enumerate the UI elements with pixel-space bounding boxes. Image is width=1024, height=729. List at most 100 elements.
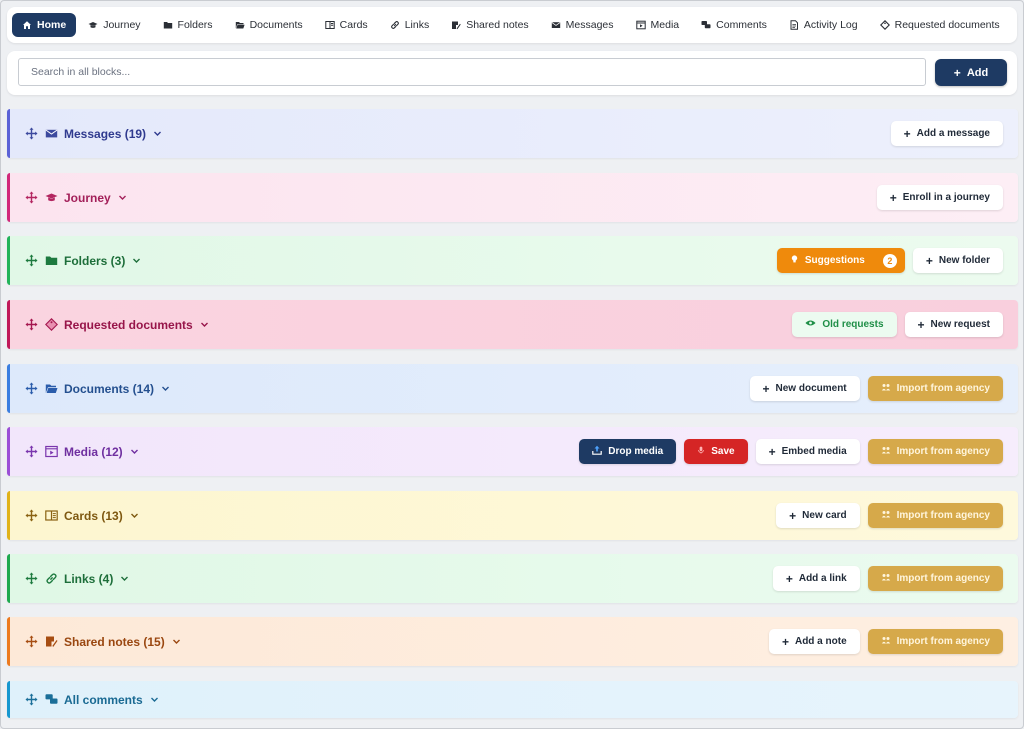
chevron-down-icon[interactable] (120, 574, 129, 583)
tab-home[interactable]: Home (12, 13, 77, 37)
tab-comments[interactable]: Comments (691, 13, 777, 37)
move-handle-icon[interactable] (25, 635, 38, 648)
tab-shared-notes[interactable]: Shared notes (441, 13, 538, 37)
tab-journey[interactable]: Journey (78, 13, 150, 37)
plus-icon: + (917, 317, 925, 332)
chevron-down-icon[interactable] (153, 129, 162, 138)
plus-icon: + (785, 571, 793, 586)
import-from-agency-button[interactable]: Import from agency (867, 439, 1003, 464)
new-card-button[interactable]: + New card (776, 503, 860, 528)
button-label: Suggestions (804, 255, 865, 266)
move-handle-icon[interactable] (25, 254, 38, 267)
tab-label: Home (37, 19, 67, 31)
save-button[interactable]: Save (684, 439, 748, 464)
block-title[interactable]: Shared notes (15) (64, 635, 181, 649)
import-from-agency-button[interactable]: Import from agency (867, 376, 1003, 401)
users-icon (881, 445, 891, 458)
block-title[interactable]: Media (12) (64, 445, 139, 459)
block-title[interactable]: Messages (19) (64, 127, 162, 141)
plus-icon: + (903, 126, 911, 141)
chevron-down-icon[interactable] (200, 320, 209, 329)
log-icon (789, 20, 799, 30)
button-label: Save (711, 446, 735, 457)
tab-label: Journey (103, 19, 141, 31)
tab-media[interactable]: Media (626, 13, 690, 37)
block-title[interactable]: Documents (14) (64, 382, 170, 396)
move-handle-icon[interactable] (25, 572, 38, 585)
tab-folders[interactable]: Folders (153, 13, 223, 37)
move-handle-icon[interactable] (25, 445, 38, 458)
block-title-text: Folders (3) (64, 253, 126, 268)
search-bar: + Add (7, 51, 1017, 95)
block-media: Media (12) Drop media Save + Embed media … (7, 427, 1018, 476)
new-document-button[interactable]: + New document (749, 376, 860, 401)
tag-icon (45, 318, 58, 331)
import-from-agency-button[interactable]: Import from agency (867, 566, 1003, 591)
graduation-cap-icon (45, 191, 58, 204)
drop-media-button[interactable]: Drop media (579, 439, 677, 464)
search-input[interactable] (18, 58, 926, 86)
add-button[interactable]: + Add (935, 59, 1007, 86)
users-icon (881, 509, 891, 522)
import-from-agency-button[interactable]: Import from agency (867, 629, 1003, 654)
move-handle-icon[interactable] (25, 191, 38, 204)
new-request-button[interactable]: + New request (904, 312, 1003, 337)
block-title[interactable]: All comments (64, 693, 159, 707)
users-icon (881, 635, 891, 648)
plus-icon: + (889, 190, 897, 205)
block-title-text: Media (12) (64, 444, 123, 459)
lightbulb-icon (790, 254, 799, 267)
chevron-down-icon[interactable] (172, 637, 181, 646)
suggestions-count-badge: 2 (882, 253, 897, 268)
block-all-comments: All comments (7, 681, 1018, 718)
block-title[interactable]: Cards (13) (64, 509, 139, 523)
move-handle-icon[interactable] (25, 382, 38, 395)
chevron-down-icon[interactable] (130, 447, 139, 456)
block-title[interactable]: Links (4) (64, 572, 129, 586)
plus-icon: + (789, 508, 797, 523)
tab-requested-documents[interactable]: Requested documents (870, 13, 1010, 37)
block-title[interactable]: Folders (3) (64, 254, 141, 268)
chevron-down-icon[interactable] (150, 695, 159, 704)
folder-open-icon (45, 382, 58, 395)
tab-label: Links (404, 19, 430, 31)
tab-messages[interactable]: Messages (541, 13, 624, 37)
tag-icon (879, 20, 890, 30)
old-requests-button[interactable]: Old requests (792, 312, 897, 337)
upload-tray-icon (592, 445, 603, 458)
add-note-button[interactable]: + Add a note (768, 629, 860, 654)
chevron-down-icon[interactable] (130, 511, 139, 520)
add-link-button[interactable]: + Add a link (772, 566, 860, 591)
chevron-down-icon[interactable] (132, 256, 141, 265)
tab-documents[interactable]: Documents (225, 13, 313, 37)
move-handle-icon[interactable] (25, 127, 38, 140)
block-title[interactable]: Requested documents (64, 318, 209, 332)
block-title-text: Messages (19) (64, 126, 147, 141)
import-from-agency-button[interactable]: Import from agency (867, 503, 1003, 528)
move-handle-icon[interactable] (25, 318, 38, 331)
tab-activity-log[interactable]: Activity Log (779, 13, 868, 37)
chevron-down-icon[interactable] (118, 193, 127, 202)
embed-media-button[interactable]: + Embed media (755, 439, 860, 464)
tab-cards[interactable]: Cards (315, 13, 378, 37)
block-title[interactable]: Journey (64, 191, 127, 205)
chevron-down-icon[interactable] (161, 384, 170, 393)
move-handle-icon[interactable] (25, 509, 38, 522)
suggestions-button[interactable]: Suggestions 2 (776, 248, 905, 273)
button-label: Import from agency (896, 383, 990, 394)
button-label: Add a link (798, 573, 847, 584)
button-label: New request (930, 319, 990, 330)
plus-icon: + (762, 381, 770, 396)
tab-label: Messages (565, 19, 614, 31)
block-title-text: Journey (64, 190, 111, 205)
button-label: Import from agency (896, 446, 990, 457)
add-message-button[interactable]: + Add a message (890, 121, 1003, 146)
new-folder-button[interactable]: + New folder (912, 248, 1003, 273)
move-handle-icon[interactable] (25, 693, 38, 706)
button-label: Import from agency (896, 573, 990, 584)
envelope-icon (45, 127, 58, 140)
enroll-journey-button[interactable]: + Enroll in a journey (876, 185, 1003, 210)
tab-links[interactable]: Links (380, 13, 440, 37)
button-label: Old requests (822, 319, 884, 330)
plus-icon: + (953, 65, 961, 80)
